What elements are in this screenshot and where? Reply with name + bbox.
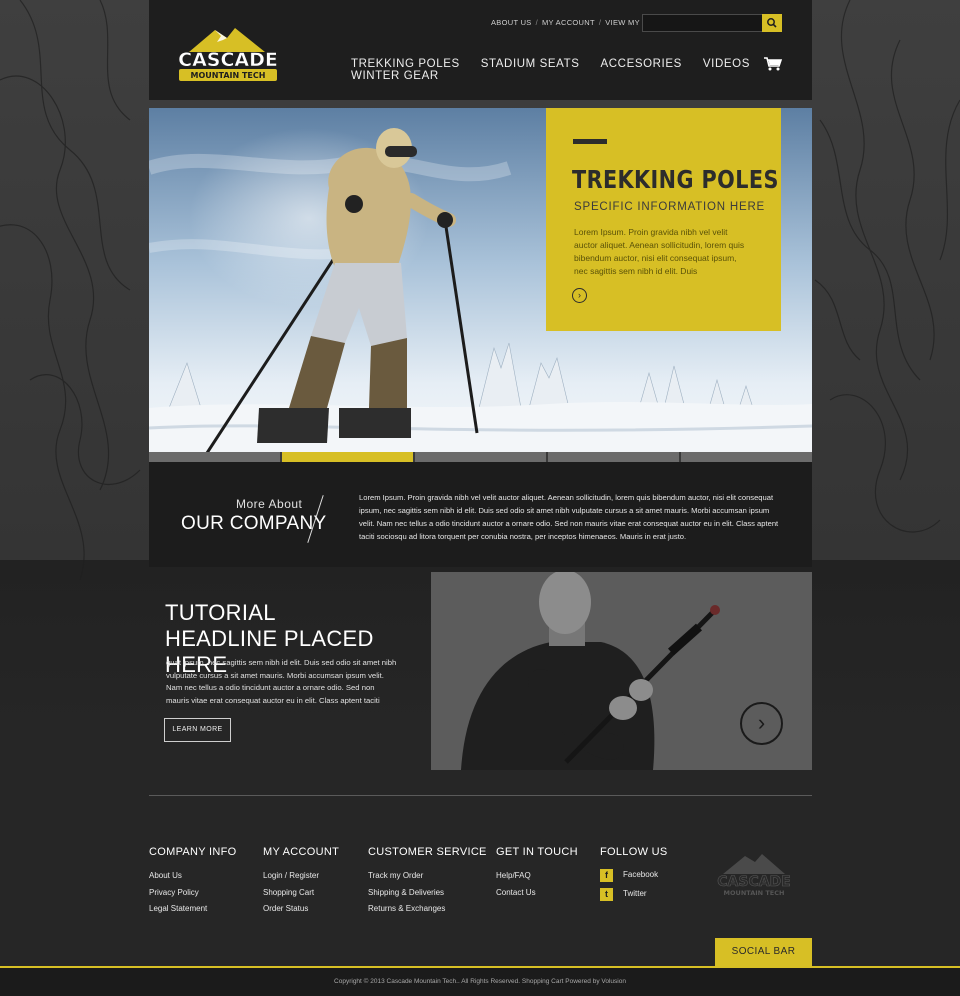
footer-col-title: MY ACCOUNT [263,846,340,858]
utility-links: ABOUT US / MY ACCOUNT / VIEW MY CART [491,18,664,27]
slider-indicator [149,452,812,462]
footer-link-track-order[interactable]: Track my Order [368,868,487,885]
twitter-icon: t [600,888,613,901]
footer-logo-wordmark: CASCADE [717,874,791,890]
footer-logo: CASCADE MOUNTAIN TECH [717,854,791,897]
util-link-account[interactable]: MY ACCOUNT [542,18,595,27]
slide-indicator-2-active[interactable] [282,452,415,462]
learn-more-button[interactable]: LEARN MORE [164,718,231,742]
slide-indicator-5[interactable] [681,452,812,462]
about-section: More About OUR COMPANY Lorem Ipsum. Proi… [149,462,812,567]
slide-indicator-4[interactable] [548,452,681,462]
social-label: Facebook [623,870,659,879]
main-nav: TREKKING POLES STADIUM SEATS ACCESORIES VID… [351,58,812,82]
util-sep: / [598,18,602,27]
footer-link-privacy-policy[interactable]: Privacy Policy [149,885,237,902]
search-input[interactable] [642,14,764,32]
about-heading: OUR COMPANY [181,513,327,534]
footer-col-my-account: MY ACCOUNT Login / Register Shopping Car… [263,846,339,918]
footer-col-title: COMPANY INFO [149,846,237,858]
social-label: Twitter [623,889,647,898]
nav-trekking-poles[interactable]: TREKKING POLES [351,58,460,70]
nav-videos[interactable]: VIDEOS [703,58,750,70]
search-button[interactable] [762,14,782,32]
social-bar-button[interactable]: SOCIAL BAR [715,938,812,966]
nav-stadium-seats[interactable]: STADIUM SEATS [481,58,580,70]
footer-col-title: GET IN TOUCH [496,846,578,858]
logo-tagline: MOUNTAIN TECH [191,71,266,80]
footer-link-shipping[interactable]: Shipping & Deliveries [368,885,487,902]
social-link-twitter[interactable]: t Twitter [600,887,668,906]
nav-accesories[interactable]: ACCESORIES [600,58,681,70]
logo-wordmark: CASCADE [178,49,278,71]
footer-col-customer-service: CUSTOMER SERVICE Track my Order Shipping… [368,846,487,918]
search-icon [767,18,777,28]
social-link-facebook[interactable]: f Facebook [600,868,668,887]
footer-link-shopping-cart[interactable]: Shopping Cart [263,885,339,902]
footer-col-get-in-touch: GET IN TOUCH Help/FAQ Contact Us [496,846,578,901]
promo-accent-bar [573,139,607,144]
chevron-right-icon[interactable]: › [572,288,587,303]
copyright-text: Copyright © 2013 Cascade Mountain Tech..… [0,968,960,996]
nav-winter-gear[interactable]: WINTER GEAR [351,70,439,82]
tutorial-body: quat ipsum, nec sagittis sem nibh id eli… [166,658,397,705]
promo-subtitle: SPECIFIC INFORMATION HERE [574,201,766,213]
slide-indicator-1[interactable] [149,452,282,462]
footer-link-order-status[interactable]: Order Status [263,901,339,918]
promo-title: TREKKING POLES [572,165,779,194]
cascade-logo[interactable]: CASCADE MOUNTAIN TECH [169,22,287,84]
about-body: Lorem Ipsum. Proin gravida nibh vel veli… [359,493,779,541]
shopping-cart-icon[interactable] [763,56,783,72]
hero-promo-box: TREKKING POLES SPECIFIC INFORMATION HERE… [546,108,781,331]
slide-indicator-3[interactable] [415,452,548,462]
footer-link-login-register[interactable]: Login / Register [263,868,339,885]
site-header: CASCADE MOUNTAIN TECH ABOUT US / MY ACCOUN… [149,0,812,100]
promo-body: Lorem Ipsum. Proin gravida nibh vel veli… [574,227,745,276]
footer-col-title: CUSTOMER SERVICE [368,846,487,858]
footer-col-title: FOLLOW US [600,846,668,858]
footer-link-returns[interactable]: Returns & Exchanges [368,901,487,918]
footer-link-about-us[interactable]: About Us [149,868,237,885]
util-link-about[interactable]: ABOUT US [491,18,532,27]
footer-divider [149,795,812,796]
footer-logo-tagline: MOUNTAIN TECH [724,889,785,897]
footer-col-follow-us: FOLLOW US f Facebook t Twitter [600,846,668,906]
footer-link-legal-statement[interactable]: Legal Statement [149,901,237,918]
footer-link-help-faq[interactable]: Help/FAQ [496,868,578,885]
footer-link-contact-us[interactable]: Contact Us [496,885,578,902]
footer-col-company-info: COMPANY INFO About Us Privacy Policy Leg… [149,846,237,918]
util-sep: / [535,18,538,27]
chevron-right-icon[interactable]: › [740,702,783,745]
facebook-icon: f [600,869,613,882]
about-kicker: More About [236,497,303,511]
